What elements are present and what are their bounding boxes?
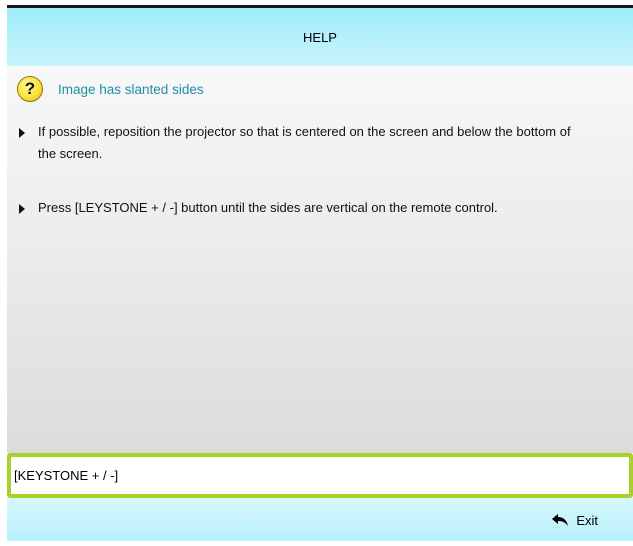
instruction-text: If possible, reposition the projector so… <box>38 124 571 161</box>
instruction-item: Press [LEYSTONE + / -] button until the … <box>19 197 519 219</box>
selected-function-label: [KEYSTONE + / -] <box>14 468 119 483</box>
instruction-item: If possible, reposition the projector so… <box>19 121 579 165</box>
help-topic: ? Image has slanted sides <box>17 76 204 102</box>
exit-button[interactable]: Exit <box>551 510 598 530</box>
exit-label: Exit <box>576 512 598 528</box>
question-mark-icon: ? <box>17 76 43 102</box>
topic-title: Image has slanted sides <box>58 81 204 97</box>
title-bar: HELP <box>7 8 633 66</box>
bullet-arrow-icon <box>19 128 25 138</box>
bottom-bar: Exit <box>7 498 633 541</box>
back-arrow-icon <box>552 514 569 526</box>
help-content: ? Image has slanted sides If possible, r… <box>7 66 633 453</box>
window-title: HELP <box>303 29 337 45</box>
selected-function-field[interactable]: [KEYSTONE + / -] <box>7 453 633 498</box>
bullet-arrow-icon <box>19 204 25 214</box>
instruction-text: Press [LEYSTONE + / -] button until the … <box>38 200 498 215</box>
help-window: HELP ? Image has slanted sides If possib… <box>7 5 633 541</box>
